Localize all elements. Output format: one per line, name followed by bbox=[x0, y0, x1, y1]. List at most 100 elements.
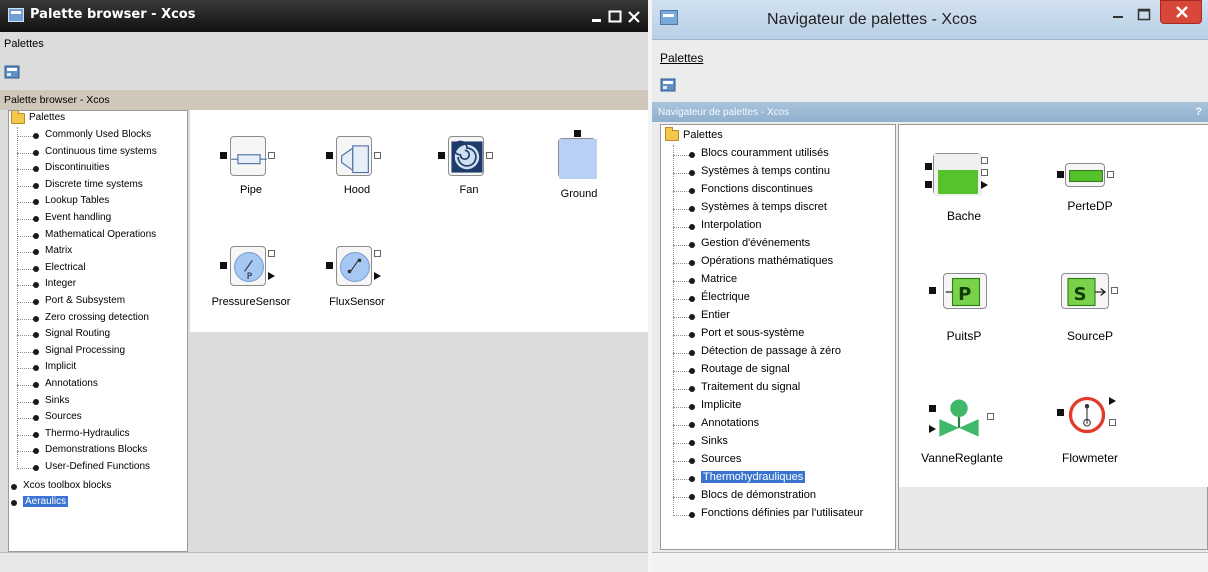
help-button[interactable]: ? bbox=[1195, 106, 1202, 118]
tree-item-thermo-hydraulics[interactable]: Thermo-Hydraulics bbox=[9, 428, 187, 445]
tree-root-aeraulics[interactable]: Aeraulics bbox=[9, 496, 187, 513]
tree-bullet-icon bbox=[689, 386, 695, 392]
maximize-button[interactable] bbox=[608, 9, 622, 23]
maximize-button[interactable] bbox=[1132, 4, 1156, 26]
tree-item-demonstrations-blocks[interactable]: Demonstrations Blocks bbox=[9, 444, 187, 461]
tree-branch-line bbox=[673, 389, 689, 390]
input-port bbox=[929, 287, 936, 294]
tree-item-blocs-couramment-utilises[interactable]: Blocs couramment utilisés bbox=[661, 147, 895, 165]
tree-root-palettes[interactable]: Palettes bbox=[665, 127, 723, 141]
block-ground[interactable]: Ground bbox=[544, 130, 614, 210]
tree-item-matrix[interactable]: Matrix bbox=[9, 245, 187, 262]
tree-bullet-icon bbox=[689, 350, 695, 356]
block-bache[interactable]: Bache bbox=[919, 153, 1009, 233]
palette-browser-window-fr: Navigateur de palettes - Xcos Palettes N… bbox=[652, 0, 1208, 572]
input-port bbox=[220, 262, 227, 269]
input-port bbox=[326, 152, 333, 159]
tree-item-sinks[interactable]: Sinks bbox=[661, 435, 895, 453]
tree-item-thermohydrauliques[interactable]: Thermohydrauliques bbox=[661, 471, 895, 489]
palette-file-icon[interactable] bbox=[660, 77, 676, 97]
title-bar[interactable]: Palette browser - Xcos bbox=[0, 0, 648, 32]
tree-bullet-icon bbox=[33, 431, 39, 438]
tree-item-commonly-used-blocks[interactable]: Commonly Used Blocks bbox=[9, 129, 187, 146]
block-pertedp[interactable]: PerteDP bbox=[1045, 163, 1135, 223]
block-pipe[interactable]: Pipe bbox=[216, 136, 286, 206]
tree-bullet-icon bbox=[33, 448, 39, 455]
tree-root-xcos-toolbox-blocks[interactable]: Xcos toolbox blocks bbox=[9, 480, 187, 497]
tree-item-discrete-time-systems[interactable]: Discrete time systems bbox=[9, 179, 187, 196]
tree-branch-line bbox=[673, 479, 689, 480]
tree-item-discontinuities[interactable]: Discontinuities bbox=[9, 162, 187, 179]
tree-item-zero-crossing-detection[interactable]: Zero crossing detection bbox=[9, 312, 187, 329]
tree-item-systemes-a-temps-discret[interactable]: Systèmes à temps discret bbox=[661, 201, 895, 219]
input-port bbox=[574, 130, 581, 137]
tree-branch-line bbox=[17, 235, 33, 237]
tree-item-fonctions-discontinues[interactable]: Fonctions discontinues bbox=[661, 183, 895, 201]
tree-item-port-subsystem[interactable]: Port & Subsystem bbox=[9, 295, 187, 312]
minimize-button[interactable] bbox=[1106, 4, 1130, 26]
tree-item-user-defined-functions[interactable]: User-Defined Functions bbox=[9, 461, 187, 478]
title-bar[interactable]: Navigateur de palettes - Xcos bbox=[652, 0, 1208, 40]
tree-item-label: Blocs de démonstration bbox=[701, 489, 816, 501]
tree-item-signal-routing[interactable]: Signal Routing bbox=[9, 328, 187, 345]
tree-item-sources[interactable]: Sources bbox=[661, 453, 895, 471]
block-hood[interactable]: Hood bbox=[322, 136, 392, 206]
tree-item-electrique[interactable]: Électrique bbox=[661, 291, 895, 309]
block-label: PerteDP bbox=[1067, 199, 1113, 213]
block-vannereglante[interactable]: VanneReglante bbox=[907, 395, 1017, 475]
tree-item-matrice[interactable]: Matrice bbox=[661, 273, 895, 291]
block-flowmeter[interactable]: Flowmeter bbox=[1045, 393, 1135, 473]
tree-bullet-icon bbox=[33, 166, 39, 173]
tree-bullet-icon bbox=[33, 382, 39, 388]
tree-item-operations-mathematiques[interactable]: Opérations mathématiques bbox=[661, 255, 895, 273]
tree-item-event-handling[interactable]: Event handling bbox=[9, 212, 187, 229]
toolbar bbox=[652, 70, 1208, 100]
tree-item-port-et-sous-systeme[interactable]: Port et sous-système bbox=[661, 327, 895, 345]
tree-item-annotations[interactable]: Annotations bbox=[661, 417, 895, 435]
tree-item-fonctions-definies-par-l-utilisateur[interactable]: Fonctions définies par l'utilisateur bbox=[661, 507, 895, 525]
tree-root-palettes[interactable]: Palettes bbox=[11, 111, 65, 124]
pertedp-icon bbox=[1065, 163, 1105, 187]
tree-branch-line bbox=[673, 281, 689, 282]
tree-item-blocs-de-demonstration[interactable]: Blocs de démonstration bbox=[661, 489, 895, 507]
tree-item-detection-de-passage-a-zero[interactable]: Détection de passage à zéro bbox=[661, 345, 895, 363]
tree-bullet-icon bbox=[33, 232, 39, 239]
tree-item-sources[interactable]: Sources bbox=[9, 411, 187, 428]
tree-item-label: Integer bbox=[45, 278, 77, 290]
tree-item-signal-processing[interactable]: Signal Processing bbox=[9, 345, 187, 362]
menu-palettes[interactable]: Palettes bbox=[4, 38, 44, 50]
block-fluxsensor[interactable]: FluxSensor bbox=[322, 246, 392, 326]
palette-file-icon[interactable] bbox=[4, 64, 20, 84]
close-button[interactable] bbox=[627, 9, 641, 23]
tree-item-routage-de-signal[interactable]: Routage de signal bbox=[661, 363, 895, 381]
tree-branch-line bbox=[673, 425, 689, 426]
tree-item-sinks[interactable]: Sinks bbox=[9, 395, 187, 412]
tree-item-interpolation[interactable]: Interpolation bbox=[661, 219, 895, 237]
block-pressuresensor[interactable]: P PressureSensor bbox=[212, 246, 290, 326]
output-port bbox=[486, 152, 493, 159]
block-sourcep[interactable]: S SourceP bbox=[1045, 273, 1135, 343]
tree-item-implicit[interactable]: Implicit bbox=[9, 361, 187, 378]
tree-item-gestion-d-evenements[interactable]: Gestion d'événements bbox=[661, 237, 895, 255]
tree-branch-line bbox=[17, 468, 33, 469]
svg-text:P: P bbox=[247, 272, 253, 282]
tree-bullet-icon bbox=[33, 199, 39, 206]
tree-bullet-icon bbox=[11, 483, 17, 490]
tree-item-lookup-tables[interactable]: Lookup Tables bbox=[9, 195, 187, 212]
block-puitsp[interactable]: P PuitsP bbox=[919, 273, 1009, 343]
tree-item-continuous-time-systems[interactable]: Continuous time systems bbox=[9, 146, 187, 163]
tree-item-traitement-du-signal[interactable]: Traitement du signal bbox=[661, 381, 895, 399]
tree-item-entier[interactable]: Entier bbox=[661, 309, 895, 327]
tree-item-systemes-a-temps-continu[interactable]: Systèmes à temps continu bbox=[661, 165, 895, 183]
tree-item-mathematical-operations[interactable]: Mathematical Operations bbox=[9, 229, 187, 246]
minimize-button[interactable] bbox=[590, 9, 604, 23]
menu-palettes[interactable]: Palettes bbox=[660, 51, 703, 65]
tree-item-annotations[interactable]: Annotations bbox=[9, 378, 187, 395]
tree-item-electrical[interactable]: Electrical bbox=[9, 262, 187, 279]
tree-item-implicite[interactable]: Implicite bbox=[661, 399, 895, 417]
tree-item-label: Port et sous-système bbox=[701, 327, 805, 339]
block-fan[interactable]: Fan bbox=[434, 136, 504, 206]
close-button[interactable] bbox=[1160, 0, 1202, 24]
tree-item-integer[interactable]: Integer bbox=[9, 278, 187, 295]
tree-item-label: Implicit bbox=[45, 361, 77, 373]
